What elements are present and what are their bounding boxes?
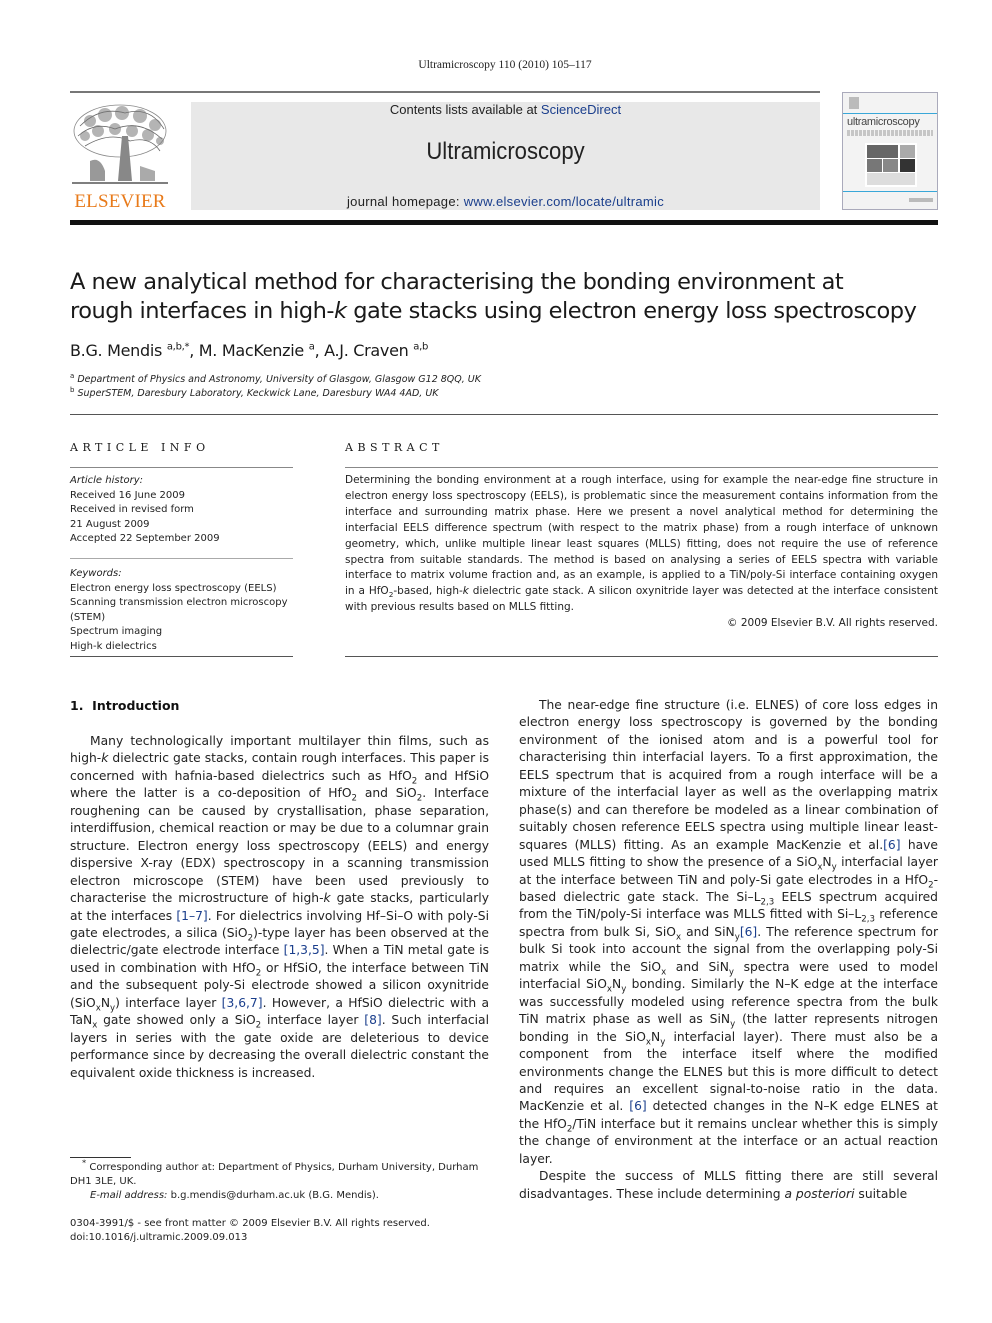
divider [70,414,938,415]
cover-title: ultramicroscopy [847,116,920,128]
section-heading-introduction: 1. Introduction [70,698,180,713]
introduction-paragraph-2: The near-edge fine structure (i.e. ELNES… [519,698,939,1201]
article-history: Article history: Received 16 June 2009 R… [70,475,220,544]
keyword: Spectrum imaging [70,626,163,637]
journal-citation: Ultramicroscopy 110 (2010) 105–117 [418,59,592,71]
divider [70,467,293,468]
author-affiliation-mark[interactable]: a,b [413,342,428,353]
reference-link[interactable]: [8] [364,1013,381,1027]
keyword: Electron energy loss spectroscopy (EELS) [70,582,277,594]
author-list: B.G. Mendis a,b,*, M. MacKenzie a, A.J. … [70,341,429,360]
journal-homepage-link[interactable]: www.elsevier.com/locate/ultramic [464,194,664,209]
reference-link[interactable]: [1,3,5] [284,943,325,957]
divider [345,656,938,657]
author-email[interactable]: b.g.mendis@durham.ac.uk (B.G. Mendis). [171,1190,379,1201]
cover-subtitle [847,130,933,136]
cover-logo-icon [849,97,859,109]
affiliation: b SuperSTEM, Daresbury Laboratory, Keckw… [70,385,439,399]
journal-cover-thumbnail: ultramicroscopy [842,92,938,210]
corresponding-author-note: Corresponding author at: Department of P… [70,1162,479,1187]
divider [70,558,293,559]
header-thick-rule [70,220,938,225]
header-rule [70,91,820,93]
divider [345,467,938,468]
journal-name: Ultramicroscopy [426,138,585,165]
keywords: Keywords: Electron energy loss spectrosc… [70,567,295,654]
article-title: A new analytical method for characterisi… [70,269,917,324]
cover-rule [843,113,937,114]
reference-link[interactable]: [6] [629,1099,646,1113]
contents-line: Contents lists available at ScienceDirec… [389,102,622,117]
article-info-heading: ARTICLE INFO [70,441,210,454]
abstract-body: Determining the bonding environment at a… [345,473,938,632]
affiliation: a Department of Physics and Astronomy, U… [70,371,481,385]
author-name[interactable]: B.G. Mendis [70,341,162,360]
divider [70,656,293,657]
abstract-copyright: © 2009 Elsevier B.V. All rights reserved… [727,617,938,630]
issn-line: 0304-3991/$ - see front matter © 2009 El… [70,1218,430,1229]
keyword: Scanning transmission electron microscop… [70,597,288,608]
front-matter: 0304-3991/$ - see front matter © 2009 El… [70,1217,489,1245]
journal-header-box: Contents lists available at ScienceDirec… [191,102,820,210]
reference-link[interactable]: [6] [740,925,757,939]
keyword: High-k dielectrics [70,640,157,652]
cover-publisher-mark [909,198,933,202]
author-name[interactable]: A.J. Craven [324,341,409,360]
cover-rule-bottom [843,191,937,192]
author-name[interactable]: M. MacKenzie [199,341,304,360]
abstract-heading: ABSTRACT [345,441,444,454]
reference-link[interactable]: [6] [883,838,900,852]
reference-link[interactable]: [1–7] [176,909,207,923]
footnotes: * Corresponding author at: Department of… [70,1157,479,1201]
author-affiliation-mark[interactable]: a [309,342,315,353]
author-affiliation-mark[interactable]: a,b,* [167,342,190,353]
footnote-rule [70,1157,131,1158]
reference-link[interactable]: [3,6,7] [222,996,263,1010]
cover-image-grid [865,143,917,187]
introduction-paragraph-1: Many technologically important multilaye… [70,734,490,1080]
homepage-line: journal homepage: www.elsevier.com/locat… [346,194,665,209]
sciencedirect-link[interactable]: ScienceDirect [541,102,621,117]
keyword: (STEM) [70,611,106,623]
tree-icon [72,104,168,184]
doi-line[interactable]: doi:10.1016/j.ultramic.2009.09.013 [70,1231,489,1245]
elsevier-wordmark: ELSEVIER [74,191,166,212]
